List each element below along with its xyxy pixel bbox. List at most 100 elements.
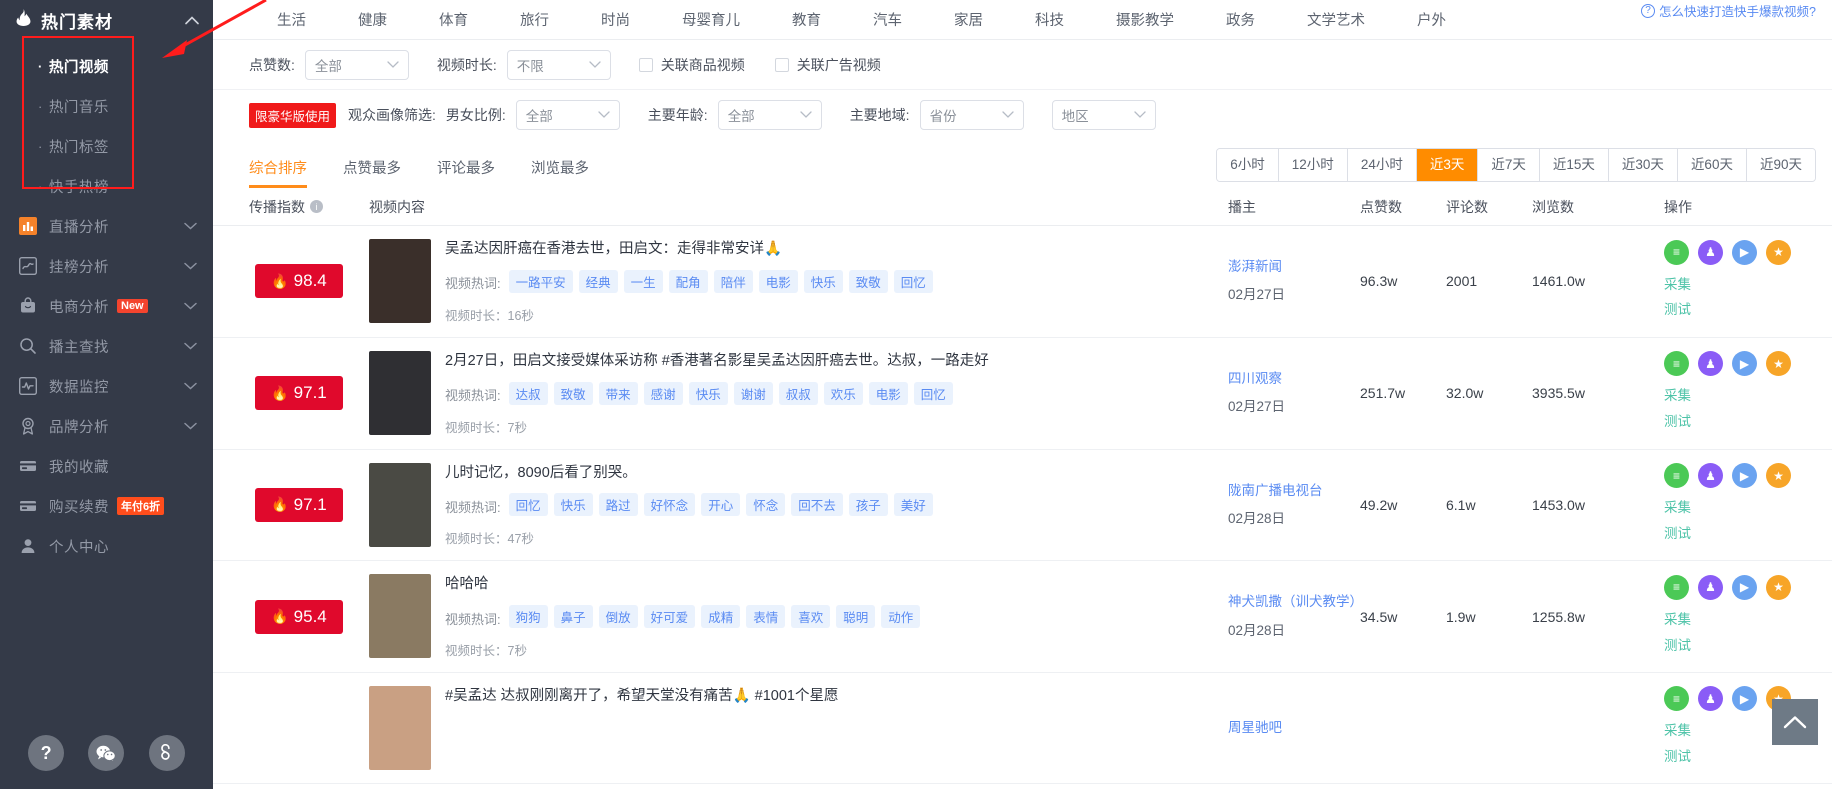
test-link[interactable]: 测试 — [1664, 297, 1816, 323]
sidebar-item-data-monitor[interactable]: 数据监控 — [0, 366, 213, 406]
hotword-tag[interactable]: 带来 — [598, 381, 638, 405]
chevron-down-icon[interactable] — [184, 339, 197, 353]
province-filter-select[interactable]: 省份 — [919, 100, 1024, 130]
range-60d[interactable]: 近60天 — [1677, 149, 1747, 181]
category-item[interactable]: 旅行 — [520, 9, 549, 30]
table-row[interactable]: #吴孟达 达叔刚刚离开了，希望天堂没有痛苦🙏 #1001个星愿 周星驰吧 ≡ ♟ ▶… — [213, 673, 1832, 784]
hotword-tag[interactable]: 孩子 — [848, 493, 888, 517]
area-filter-select[interactable]: 地区 — [1051, 100, 1156, 130]
test-link[interactable]: 测试 — [1664, 744, 1816, 770]
sidebar-item-ecommerce-analysis[interactable]: 电商分析 New — [0, 286, 213, 326]
sidebar-header[interactable]: 热门素材 — [0, 0, 213, 40]
hotword-tag[interactable]: 达叔 — [508, 381, 548, 405]
category-item[interactable]: 政务 — [1226, 9, 1255, 30]
table-row[interactable]: 🔥 95.4 哈哈哈 视频热词: 狗狗 鼻子 倒放 好可爱 成精 表情 喜欢 聪明 动作 视频时长：… — [213, 561, 1832, 673]
sidebar-item-purchase-renew[interactable]: 购买续费 年付6折 — [0, 486, 213, 526]
hotword-tag[interactable]: 喜欢 — [791, 605, 831, 628]
category-item[interactable]: 文学艺术 — [1307, 9, 1365, 30]
play-icon[interactable]: ▶ — [1732, 686, 1757, 712]
range-15d[interactable]: 近15天 — [1539, 149, 1609, 181]
hotword-tag[interactable]: 陪伴 — [713, 269, 753, 293]
help-icon[interactable]: ? — [28, 735, 65, 771]
chevron-down-icon[interactable] — [184, 299, 197, 313]
hotword-tag[interactable]: 表情 — [746, 605, 786, 628]
category-item[interactable]: 汽车 — [873, 9, 902, 30]
hotword-tag[interactable]: 回不去 — [791, 493, 843, 517]
tab-most-comments[interactable]: 评论最多 — [437, 157, 495, 188]
sidebar-item-personal-center[interactable]: 个人中心 — [0, 526, 213, 566]
test-link[interactable]: 测试 — [1664, 633, 1816, 659]
hotword-tag[interactable]: 鼻子 — [553, 605, 593, 628]
hotword-tag[interactable]: 回忆 — [893, 269, 933, 293]
hotword-tag[interactable]: 快乐 — [553, 493, 593, 517]
play-icon[interactable]: ▶ — [1732, 351, 1757, 377]
hotword-tag[interactable]: 好可爱 — [643, 605, 696, 628]
hotword-tag[interactable]: 快乐 — [803, 269, 843, 293]
age-filter-select[interactable]: 全部 — [717, 100, 822, 130]
range-3d[interactable]: 近3天 — [1416, 149, 1479, 181]
play-icon[interactable]: ▶ — [1732, 239, 1757, 265]
test-link[interactable]: 测试 — [1664, 521, 1816, 547]
hotword-tag[interactable]: 一生 — [623, 269, 663, 293]
collect-link[interactable]: 采集 — [1664, 607, 1816, 633]
range-90d[interactable]: 近90天 — [1746, 149, 1815, 181]
video-thumbnail[interactable] — [369, 686, 431, 770]
category-item[interactable]: 生活 — [277, 9, 306, 30]
author-name[interactable]: 陇南广播电视台 — [1228, 477, 1360, 505]
author-name[interactable]: 周星驰吧 — [1228, 714, 1360, 742]
category-item[interactable]: 家居 — [954, 9, 983, 30]
category-item[interactable]: 教育 — [792, 9, 821, 30]
checkbox-ad-video[interactable]: 关联广告视频 — [774, 55, 881, 75]
hotword-tag[interactable]: 电影 — [758, 269, 798, 293]
video-thumbnail[interactable] — [369, 462, 431, 547]
chevron-up-icon[interactable] — [185, 13, 199, 28]
range-7d[interactable]: 近7天 — [1478, 149, 1540, 181]
test-link[interactable]: 测试 — [1664, 409, 1816, 435]
sidebar-item-my-favorites[interactable]: 我的收藏 — [0, 446, 213, 486]
sidebar-item-hot-tags[interactable]: · 热门标签 — [0, 126, 213, 166]
table-row[interactable]: 🔥 97.1 儿时记忆，8090后看了别哭。 视频热词: 回忆 快乐 路过 好怀念 开心 怀念… — [213, 450, 1832, 562]
video-title[interactable]: #吴孟达 达叔刚刚离开了，希望天堂没有痛苦🙏 #1001个星愿 — [445, 686, 1228, 708]
tab-comprehensive[interactable]: 综合排序 — [249, 157, 307, 188]
likes-filter-select[interactable]: 全部 — [304, 49, 409, 80]
back-to-top-button[interactable] — [1772, 699, 1818, 745]
gender-filter-select[interactable]: 全部 — [515, 100, 620, 130]
chevron-down-icon[interactable] — [184, 379, 197, 393]
hotword-tag[interactable]: 开心 — [701, 493, 741, 517]
star-icon[interactable]: ★ — [1766, 463, 1791, 489]
users-icon[interactable]: ♟ — [1698, 239, 1723, 265]
chevron-down-icon[interactable] — [184, 219, 197, 233]
range-30d[interactable]: 近30天 — [1608, 149, 1678, 181]
hotword-tag[interactable]: 电影 — [868, 381, 908, 405]
users-icon[interactable]: ♟ — [1698, 686, 1723, 712]
sidebar-item-hot-music[interactable]: · 热门音乐 — [0, 86, 213, 126]
star-icon[interactable]: ★ — [1766, 351, 1791, 377]
sidebar-item-author-search[interactable]: 播主查找 — [0, 326, 213, 366]
range-12h[interactable]: 12小时 — [1278, 149, 1348, 181]
hotword-tag[interactable]: 狗狗 — [508, 605, 548, 628]
author-name[interactable]: 神犬凯撒（训犬教学） — [1228, 588, 1363, 616]
users-icon[interactable]: ♟ — [1698, 574, 1723, 600]
author-name[interactable]: 四川观察 — [1228, 365, 1360, 393]
play-icon[interactable]: ▶ — [1732, 463, 1757, 489]
hotword-tag[interactable]: 配角 — [668, 269, 708, 293]
range-6h[interactable]: 6小时 — [1217, 149, 1279, 181]
category-item[interactable]: 摄影教学 — [1116, 9, 1174, 30]
duration-filter-select[interactable]: 不限 — [506, 49, 611, 80]
hotword-tag[interactable]: 经典 — [578, 269, 618, 293]
category-item[interactable]: 母婴育儿 — [682, 9, 740, 30]
collect-link[interactable]: 采集 — [1664, 495, 1816, 521]
category-item[interactable]: 体育 — [439, 9, 468, 30]
link-icon[interactable] — [148, 735, 185, 771]
range-24h[interactable]: 24小时 — [1347, 149, 1417, 181]
collect-link[interactable]: 采集 — [1664, 383, 1816, 409]
star-icon[interactable]: ★ — [1766, 574, 1791, 600]
sidebar-item-brand-analysis[interactable]: 品牌分析 — [0, 406, 213, 446]
chevron-down-icon[interactable] — [184, 419, 197, 433]
chevron-down-icon[interactable] — [184, 259, 197, 273]
list-icon[interactable]: ≡ — [1664, 574, 1689, 600]
category-item[interactable]: 健康 — [358, 9, 387, 30]
category-item[interactable]: 时尚 — [601, 9, 630, 30]
hotword-tag[interactable]: 美好 — [893, 493, 933, 517]
hotword-tag[interactable]: 谢谢 — [733, 381, 773, 405]
